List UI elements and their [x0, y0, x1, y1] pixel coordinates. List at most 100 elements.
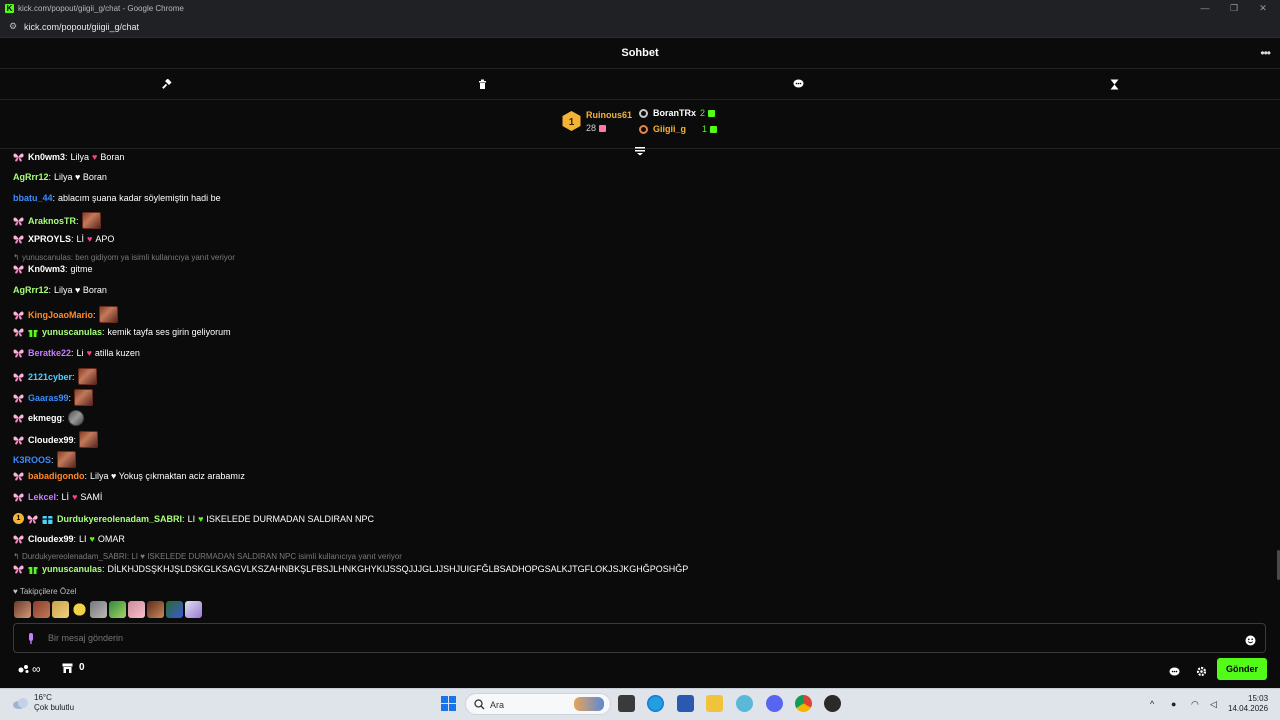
- heart-emote-icon[interactable]: ♥: [72, 492, 77, 502]
- chat-message[interactable]: Gaaras99:: [13, 389, 94, 406]
- emote-2-icon[interactable]: [33, 601, 50, 618]
- leader-second[interactable]: BoranTRx 2: [639, 108, 716, 118]
- chat-username[interactable]: Gaaras99: [28, 393, 69, 403]
- heart-emote-icon[interactable]: ♥: [87, 348, 92, 358]
- hammer-icon[interactable]: [159, 77, 173, 91]
- windows-start-icon[interactable]: [441, 696, 456, 711]
- emote-6-icon[interactable]: [109, 601, 126, 618]
- minimize-icon[interactable]: —: [1190, 0, 1220, 16]
- chat-username[interactable]: Kn0wm3: [28, 264, 65, 274]
- emote-4-icon[interactable]: [71, 601, 88, 618]
- chat-message[interactable]: babadigondo: Lilya ♥ Yokuş çıkmaktan aciz…: [13, 471, 245, 481]
- close-icon[interactable]: ✕: [1248, 0, 1278, 16]
- reply-context[interactable]: ↰ Durdukyereolenadam_SABRI: LI ♥ ISKELED…: [13, 552, 402, 561]
- store-app-icon[interactable]: [677, 695, 694, 712]
- chat-username[interactable]: Cloudex99: [28, 534, 74, 544]
- emote-icon[interactable]: [98, 306, 118, 323]
- chat-message[interactable]: AraknosTR:: [13, 212, 101, 229]
- chat-username[interactable]: Lekcel: [28, 492, 56, 502]
- chat-username[interactable]: Cloudex99: [28, 435, 74, 445]
- chat-message[interactable]: Beratke22: Li ♥ atilla kuzen: [13, 348, 140, 358]
- taskbar-search[interactable]: Ara: [465, 693, 611, 715]
- file-explorer-icon[interactable]: [706, 695, 723, 712]
- emote-7-icon[interactable]: [128, 601, 145, 618]
- chat-username[interactable]: XPROYLS: [28, 234, 71, 244]
- chat-username[interactable]: Durdukyereolenadam_SABRI: [57, 514, 182, 524]
- chat-username[interactable]: ekmegg: [28, 413, 62, 423]
- maximize-icon[interactable]: ❐: [1219, 0, 1249, 16]
- tray-chevron-icon[interactable]: ^: [1150, 699, 1154, 709]
- chat-message[interactable]: XPROYLS: Lİ ♥ APO: [13, 234, 114, 244]
- chat-username[interactable]: 2121cyber: [28, 372, 72, 382]
- chat-message[interactable]: Kn0wm3: gitme: [13, 264, 93, 274]
- chat-message[interactable]: Kn0wm3: Lilya ♥ Boran: [13, 152, 124, 162]
- chat-message[interactable]: yunuscanulas: DİLKHJDSŞKHJŞLDSKGLKSAGVLKS…: [13, 564, 688, 574]
- volume-icon[interactable]: ◁: [1210, 699, 1217, 710]
- emote-9-icon[interactable]: [166, 601, 183, 618]
- trash-icon[interactable]: [475, 77, 489, 91]
- chat-message[interactable]: yunuscanulas: kemik tayfa ses girin geliy…: [13, 327, 231, 337]
- discord-icon[interactable]: [766, 695, 783, 712]
- hourglass-icon[interactable]: [1107, 77, 1121, 91]
- store-points-button[interactable]: 0: [62, 662, 85, 673]
- chat-username[interactable]: yunuscanulas: [42, 327, 102, 337]
- chat-message[interactable]: 2121cyber:: [13, 368, 97, 385]
- chat-username[interactable]: Kn0wm3: [28, 152, 65, 162]
- chat-message[interactable]: AgRrr12: Lilya ♥ Boran: [13, 285, 107, 295]
- chat-username[interactable]: AgRrr12: [13, 285, 49, 295]
- chat-username[interactable]: K3ROOS: [13, 455, 51, 465]
- emote-icon[interactable]: [81, 212, 101, 229]
- app-settings-icon[interactable]: [736, 695, 753, 712]
- emote-3-icon[interactable]: [52, 601, 69, 618]
- send-button[interactable]: Gönder: [1217, 658, 1267, 680]
- chat-username[interactable]: AgRrr12: [13, 172, 49, 182]
- chat-username[interactable]: yunuscanulas: [42, 564, 102, 574]
- heart-emote-icon[interactable]: ♥: [92, 152, 97, 162]
- tray-mic-icon[interactable]: ●: [1171, 699, 1176, 709]
- chat-username[interactable]: AraknosTR: [28, 216, 76, 226]
- chat-username[interactable]: KingJoaoMario: [28, 310, 93, 320]
- chat-message[interactable]: K3ROOS:: [13, 451, 76, 468]
- chat-message[interactable]: Cloudex99: LI ♥ OMAR: [13, 534, 125, 544]
- emoji-picker-icon[interactable]: [1245, 633, 1256, 646]
- site-settings-icon[interactable]: ⚙: [6, 21, 20, 32]
- wifi-icon[interactable]: ◠: [1191, 699, 1199, 710]
- green-heart-emote-icon[interactable]: ♥: [90, 534, 95, 544]
- more-options-icon[interactable]: •••: [1260, 46, 1271, 60]
- chat-message[interactable]: KingJoaoMario:: [13, 306, 118, 323]
- chat-message[interactable]: Lekcel: Lİ ♥ SAMİ: [13, 492, 102, 502]
- weather-widget[interactable]: 16°C Çok bulutlu: [12, 693, 74, 713]
- chat-message[interactable]: Cloudex99:: [13, 431, 99, 448]
- emote-icon[interactable]: [77, 368, 97, 385]
- channel-points-button[interactable]: ∞: [18, 662, 41, 676]
- emote-5-icon[interactable]: [90, 601, 107, 618]
- obs-icon[interactable]: [824, 695, 841, 712]
- chat-username[interactable]: babadigondo: [28, 471, 85, 481]
- microphone-icon[interactable]: [27, 632, 35, 644]
- chat-message[interactable]: ekmegg:: [13, 410, 84, 426]
- emote-icon[interactable]: [67, 410, 84, 426]
- chrome-icon[interactable]: [795, 695, 812, 712]
- reply-context[interactable]: ↰ yunuscanulas: ben gidiyom ya isimli ku…: [13, 253, 235, 262]
- chat-mode-icon[interactable]: [1169, 664, 1180, 676]
- green-heart-emote-icon[interactable]: ♥: [198, 514, 203, 524]
- emote-icon[interactable]: [74, 389, 94, 406]
- chat-message[interactable]: 1 Durdukyereolenadam_SABRI: LI ♥ ISKELEDE DU…: [13, 513, 374, 524]
- address-bar[interactable]: ⚙ kick.com/popout/giigii_g/chat: [0, 16, 1280, 38]
- leader-third[interactable]: Giigii_g 1: [639, 124, 718, 134]
- chat-message[interactable]: AgRrr12: Lilya ♥ Boran: [13, 172, 107, 182]
- heart-emote-icon[interactable]: ♥: [87, 234, 92, 244]
- message-input[interactable]: [48, 633, 1148, 643]
- url-text[interactable]: kick.com/popout/giigii_g/chat: [24, 22, 139, 32]
- edge-browser-icon[interactable]: [647, 695, 664, 712]
- chat-username[interactable]: Beratke22: [28, 348, 71, 358]
- emote-10-icon[interactable]: [185, 601, 202, 618]
- taskbar-clock[interactable]: 15:03 14.04.2026: [1228, 694, 1268, 714]
- taskview-icon[interactable]: [618, 695, 635, 712]
- leader-first-name[interactable]: Ruinous61: [586, 110, 632, 120]
- emote-8-icon[interactable]: [147, 601, 164, 618]
- emote-1-icon[interactable]: [14, 601, 31, 618]
- emote-icon[interactable]: [56, 451, 76, 468]
- chat-username[interactable]: bbatu_44: [13, 193, 53, 203]
- settings-gear-icon[interactable]: [1196, 664, 1207, 677]
